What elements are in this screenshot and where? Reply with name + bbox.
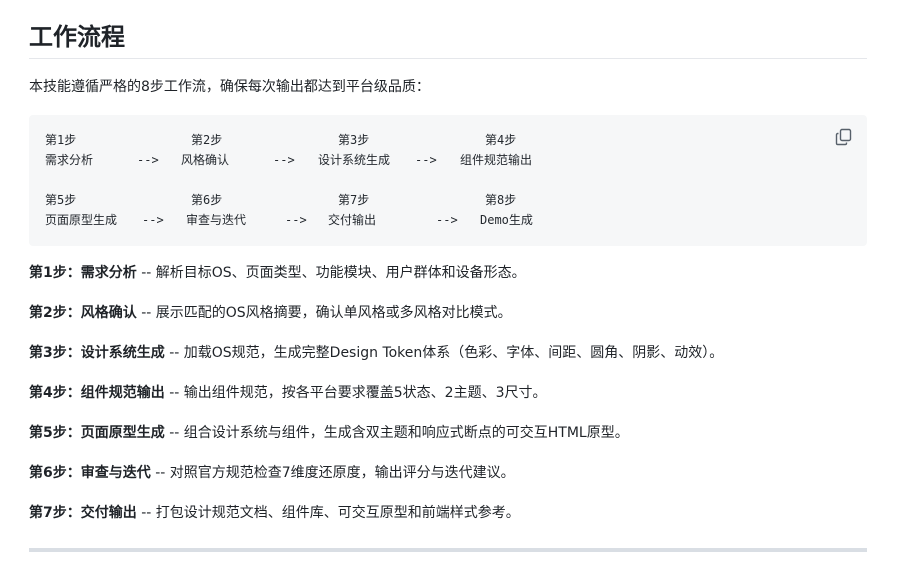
copy-icon[interactable]	[835, 128, 853, 146]
step-name: 审查与迭代	[80, 465, 151, 481]
section-title: 工作流程	[29, 23, 125, 51]
code-step-name: 组件规范输出	[460, 153, 533, 167]
step-description: -- 组合设计系统与组件，生成含双主题和响应式断点的可交互HTML原型。	[164, 425, 629, 441]
code-arrow: -->	[137, 153, 159, 167]
step-name: 组件规范输出	[80, 385, 165, 401]
step-description: -- 加载OS规范，生成完整Design Token体系（色彩、字体、间距、圆角…	[164, 345, 724, 361]
code-step-label: 第2步	[191, 133, 223, 147]
code-step-label: 第8步	[485, 193, 517, 207]
code-arrow: -->	[273, 153, 295, 167]
step-label: 第4步：	[29, 385, 81, 401]
step-name: 风格确认	[80, 305, 137, 321]
step-name: 交付输出	[80, 505, 137, 521]
code-step-label: 第3步	[338, 133, 370, 147]
step-label: 第3步：	[29, 345, 81, 361]
workflow-code-block: 第1步 第2步 第3步 第4步 需求分析 --> 风格确认 --> 设计系统生成…	[29, 115, 867, 246]
step-description: -- 展示匹配的OS风格摘要，确认单风格或多风格对比模式。	[136, 305, 512, 321]
step-item: 第5步：页面原型生成 -- 组合设计系统与组件，生成含双主题和响应式断点的可交互…	[29, 423, 867, 443]
code-step-label: 第4步	[485, 133, 517, 147]
step-item: 第1步：需求分析 -- 解析目标OS、页面类型、功能模块、用户群体和设备形态。	[29, 263, 867, 283]
step-item: 第4步：组件规范输出 -- 输出组件规范，按各平台要求覆盖5状态、2主题、3尺寸…	[29, 383, 867, 403]
step-description: -- 对照官方规范检查7维度还原度，输出评分与迭代建议。	[150, 465, 515, 481]
step-name: 页面原型生成	[80, 425, 165, 441]
step-name: 需求分析	[80, 265, 137, 281]
step-item: 第3步：设计系统生成 -- 加载OS规范，生成完整Design Token体系（…	[29, 343, 867, 363]
step-name: 设计系统生成	[80, 345, 165, 361]
code-step-name: 交付输出	[328, 213, 377, 227]
step-item: 第6步：审查与迭代 -- 对照官方规范检查7维度还原度，输出评分与迭代建议。	[29, 463, 867, 483]
title-divider	[29, 58, 867, 59]
code-arrow: -->	[436, 213, 458, 227]
code-step-name: 页面原型生成	[45, 213, 118, 227]
code-step-name: Demo生成	[480, 213, 533, 227]
code-arrow: -->	[142, 213, 164, 227]
step-description: -- 输出组件规范，按各平台要求覆盖5状态、2主题、3尺寸。	[164, 385, 547, 401]
code-step-label: 第7步	[338, 193, 370, 207]
step-label: 第2步：	[29, 305, 81, 321]
step-label: 第6步：	[29, 465, 81, 481]
intro-paragraph: 本技能遵循严格的8步工作流，确保每次输出都达到平台级品质：	[29, 79, 430, 95]
step-description: -- 打包设计规范文档、组件库、可交互原型和前端样式参考。	[136, 505, 520, 521]
step-list: 第1步：需求分析 -- 解析目标OS、页面类型、功能模块、用户群体和设备形态。 …	[29, 263, 867, 543]
step-item: 第2步：风格确认 -- 展示匹配的OS风格摘要，确认单风格或多风格对比模式。	[29, 303, 867, 323]
code-step-label: 第6步	[191, 193, 223, 207]
code-step-label: 第1步	[45, 133, 77, 147]
code-arrow: -->	[285, 213, 307, 227]
code-arrow: -->	[415, 153, 437, 167]
code-step-name: 设计系统生成	[318, 153, 391, 167]
section-divider	[29, 548, 867, 552]
step-label: 第1步：	[29, 265, 81, 281]
step-item: 第7步：交付输出 -- 打包设计规范文档、组件库、可交互原型和前端样式参考。	[29, 503, 867, 523]
step-label: 第7步：	[29, 505, 81, 521]
code-step-label: 第5步	[45, 193, 77, 207]
code-step-name: 审查与迭代	[186, 213, 247, 227]
code-step-name: 风格确认	[181, 153, 230, 167]
step-label: 第5步：	[29, 425, 81, 441]
code-step-name: 需求分析	[45, 153, 94, 167]
step-description: -- 解析目标OS、页面类型、功能模块、用户群体和设备形态。	[136, 265, 526, 281]
